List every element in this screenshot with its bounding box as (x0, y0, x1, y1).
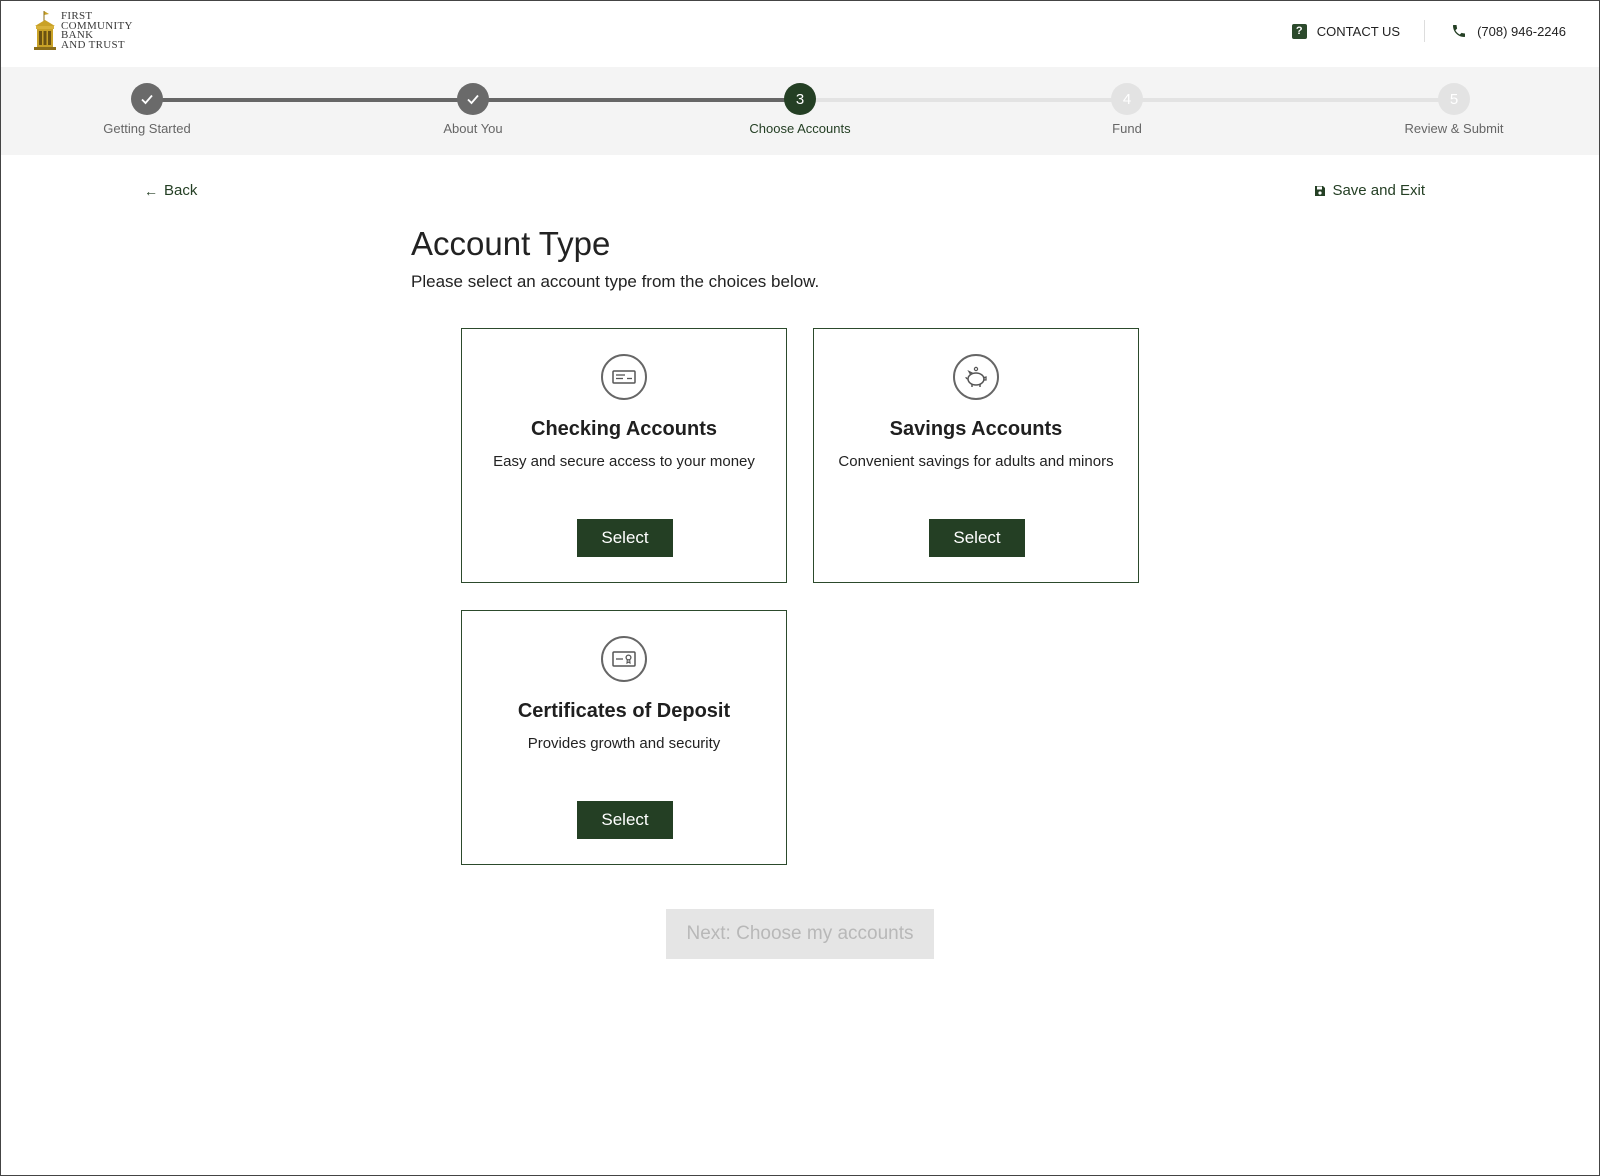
checking-accounts-card: Checking Accounts Easy and secure access… (461, 328, 787, 583)
select-checking-button[interactable]: Select (577, 519, 673, 557)
savings-accounts-card: Savings Accounts Convenient savings for … (813, 328, 1139, 583)
arrow-left-icon: ← (144, 182, 158, 199)
step-number: 4 (1111, 83, 1143, 115)
step-fund: 4 Fund (1027, 83, 1227, 136)
card-description: Provides growth and security (527, 735, 721, 752)
phone-link[interactable]: (708) 946-2246 (1451, 23, 1566, 39)
step-check-icon (131, 83, 163, 115)
card-description: Easy and secure access to your money (493, 453, 755, 470)
piggy-bank-icon (953, 354, 999, 400)
save-exit-label: Save and Exit (1332, 182, 1425, 199)
card-title: Checking Accounts (531, 418, 717, 440)
select-cd-button[interactable]: Select (577, 801, 673, 839)
bank-logo[interactable]: First Community Bank and Trust (31, 9, 133, 51)
site-header: First Community Bank and Trust ? CONTACT… (1, 1, 1599, 68)
save-and-exit-link[interactable]: Save and Exit (1314, 182, 1425, 199)
help-icon: ? (1291, 23, 1307, 39)
back-link[interactable]: ← Back (144, 182, 197, 199)
logo-text: First Community Bank and Trust (61, 9, 133, 50)
header-actions: ? CONTACT US (708) 946-2246 (1291, 20, 1566, 42)
certificates-of-deposit-card: Certificates of Deposit Provides growth … (461, 610, 787, 865)
back-label: Back (164, 182, 198, 199)
step-label: Review & Submit (1404, 121, 1504, 136)
contact-us-link[interactable]: ? CONTACT US (1291, 23, 1401, 39)
page-title: Account Type (411, 225, 611, 262)
step-label: About You (443, 121, 503, 136)
step-number: 5 (1438, 83, 1470, 115)
card-title: Certificates of Deposit (517, 700, 731, 722)
step-label: Choose Accounts (749, 121, 851, 136)
card-title: Savings Accounts (889, 418, 1063, 440)
step-number: 3 (784, 83, 816, 115)
step-getting-started: Getting Started (47, 83, 247, 136)
progress-stepper: Getting Started About You 3 Choose Accou… (1, 67, 1599, 155)
floppy-disk-icon (1315, 185, 1326, 196)
header-divider (1424, 20, 1426, 42)
card-description: Convenient savings for adults and minors (838, 453, 1114, 470)
step-review-submit: 5 Review & Submit (1354, 83, 1554, 136)
step-choose-accounts: 3 Choose Accounts (700, 83, 900, 136)
phone-number: (708) 946-2246 (1477, 23, 1566, 39)
step-label: Fund (1112, 121, 1142, 136)
contact-us-label: CONTACT US (1316, 23, 1401, 39)
select-savings-button[interactable]: Select (929, 519, 1025, 557)
phone-icon (1453, 25, 1466, 37)
page-subtitle: Please select an account type from the c… (411, 272, 820, 291)
step-label: Getting Started (103, 121, 191, 136)
next-choose-accounts-button[interactable]: Next: Choose my accounts (666, 909, 934, 959)
bank-building-icon (34, 11, 56, 50)
certificate-icon (601, 636, 647, 682)
step-check-icon (457, 83, 489, 115)
logo-line: and Trust (61, 38, 125, 51)
step-about-you: About You (373, 83, 573, 136)
check-card-icon (601, 354, 647, 400)
